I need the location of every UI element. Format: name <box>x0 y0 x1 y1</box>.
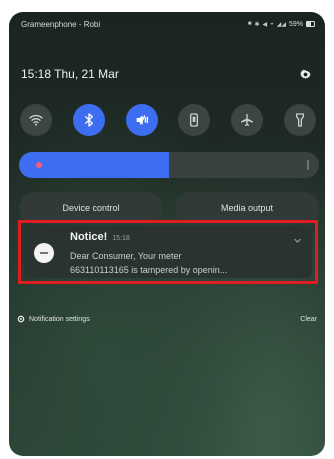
notification-line-1: Dear Consumer, Your meter <box>70 251 182 261</box>
airplane-icon <box>241 114 254 126</box>
notification-settings-link[interactable]: Notification settings <box>17 315 90 323</box>
flashlight-toggle[interactable] <box>283 104 316 136</box>
mute-status-icon: ◀ <box>262 21 268 28</box>
wifi-icon <box>29 114 43 126</box>
airplane-toggle[interactable] <box>231 104 264 136</box>
settings-button[interactable] <box>297 66 313 82</box>
nfc-icon: ■ <box>247 21 252 27</box>
notification-time: 15:18 <box>112 235 130 242</box>
battery-icon <box>306 21 315 27</box>
rotate-toggle[interactable] <box>178 104 211 136</box>
notification-footer: Notification settings Clear <box>17 315 317 323</box>
bluetooth-icon <box>84 113 93 127</box>
notification-card[interactable]: Notice! 15:18 Dear Consumer, Your meter … <box>24 226 312 278</box>
header-row: 15:18 Thu, 21 Mar <box>21 64 313 84</box>
flashlight-icon <box>295 113 304 127</box>
bluetooth-toggle[interactable] <box>72 104 105 136</box>
brightness-end-marker <box>307 160 309 170</box>
status-bar: Grameenphone - Robi ■ ✱ ◀ ◒ ◢◢ 59% <box>9 12 325 36</box>
brightness-sun-icon <box>36 162 42 168</box>
expand-button[interactable] <box>293 232 302 250</box>
wifi-status-icon: ◒ <box>270 21 274 27</box>
quick-settings-row <box>20 104 316 136</box>
app-icon <box>34 243 54 263</box>
sound-toggle[interactable] <box>125 104 158 136</box>
notification-shade: Grameenphone - Robi ■ ✱ ◀ ◒ ◢◢ 59% 15:18… <box>9 12 325 456</box>
notification-line-2: 663110113165 is tampered by openin... <box>70 265 228 275</box>
battery-percent: 59% <box>288 20 303 28</box>
bluetooth-status-icon: ✱ <box>254 21 260 28</box>
notification-highlight: Notice! 15:18 Dear Consumer, Your meter … <box>18 220 318 284</box>
clock-time: 15:18 <box>21 67 52 81</box>
clear-button[interactable]: Clear <box>300 316 317 323</box>
gear-icon <box>299 69 311 79</box>
wifi-toggle[interactable] <box>20 104 52 136</box>
status-icons: ■ ✱ ◀ ◒ ◢◢ 59% <box>248 21 315 28</box>
notification-title: Notice! <box>70 231 108 243</box>
mute-icon <box>136 115 148 125</box>
chevron-down-icon <box>294 238 301 243</box>
signal-icon: ◢◢ <box>276 21 286 28</box>
brightness-slider[interactable] <box>19 152 319 178</box>
notification-settings-label: Notification settings <box>29 315 90 323</box>
screen-rotate-icon <box>190 113 199 127</box>
notification-header: Notice! 15:18 <box>70 231 130 243</box>
clock-date: Thu, 21 Mar <box>54 67 119 81</box>
carrier-label: Grameenphone - Robi <box>21 19 101 29</box>
settings-icon <box>17 315 25 323</box>
notification-body: Dear Consumer, Your meter 663110113165 i… <box>70 249 300 277</box>
